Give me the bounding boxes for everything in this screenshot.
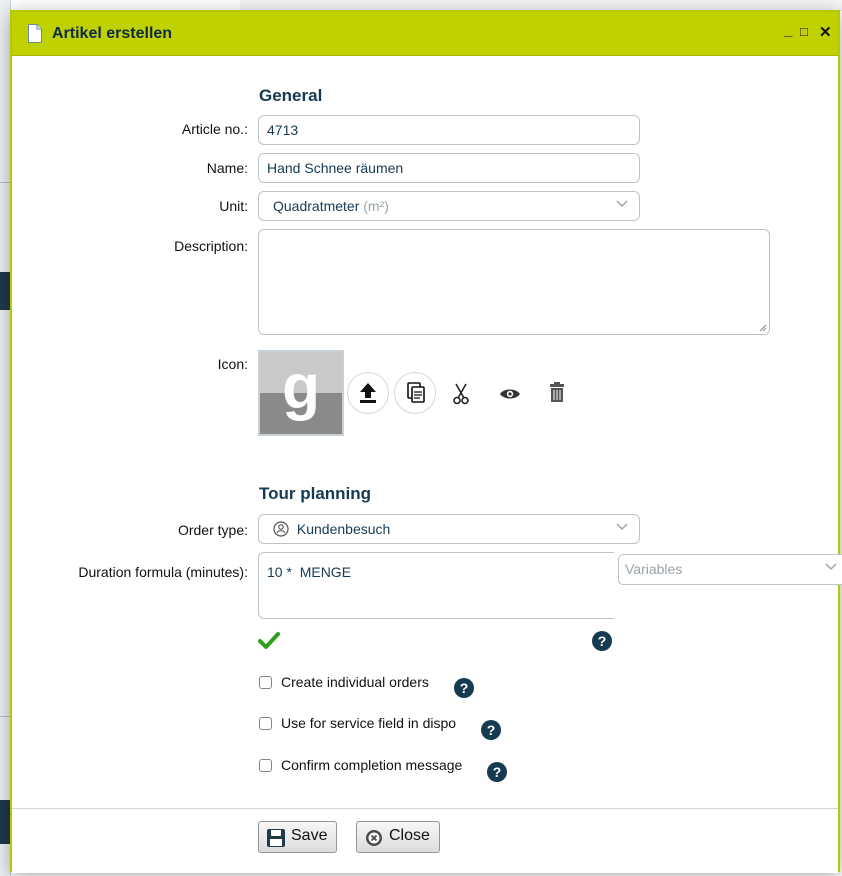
unit-value: Quadratmeter [273, 198, 360, 214]
close-button[interactable]: Close [356, 821, 440, 853]
duration-formula-input[interactable]: 10 * MENGE [258, 552, 614, 619]
variables-select[interactable]: Variables [618, 554, 842, 585]
confirm-completion-label: Confirm completion message [281, 757, 463, 773]
paste-button[interactable] [394, 372, 436, 414]
save-icon [267, 829, 285, 847]
eye-icon[interactable] [499, 387, 521, 401]
close-label: Close [389, 827, 430, 844]
close-window-button[interactable]: ✕ [819, 23, 832, 41]
service-field-label: Use for service field in dispo [281, 715, 457, 731]
duration-formula-value: 10 * MENGE [267, 564, 352, 580]
duration-formula-label: Duration formula (minutes): [78, 564, 248, 580]
maximize-button[interactable]: □ [800, 24, 808, 39]
article-no-input[interactable]: 4713 [258, 115, 640, 145]
save-button[interactable]: Save [258, 821, 338, 853]
description-label: Description: [174, 238, 248, 254]
formula-valid-check-icon [258, 632, 280, 649]
duration-help-icon[interactable]: ? [592, 631, 612, 651]
resize-grip-icon[interactable] [759, 324, 767, 332]
title-bar[interactable]: Artikel erstellen _ □ ✕ [12, 12, 838, 56]
upload-button[interactable] [347, 372, 389, 414]
icon-letter: g [282, 353, 320, 422]
create-individual-orders-label: Create individual orders [281, 674, 429, 690]
trash-icon[interactable] [549, 382, 565, 402]
tour-planning-heading: Tour planning [259, 484, 372, 503]
save-label: Save [291, 827, 328, 844]
general-heading: General [259, 86, 323, 105]
variables-placeholder: Variables [625, 561, 683, 577]
cut-icon[interactable] [451, 383, 471, 405]
create-individual-orders-checkbox[interactable] [259, 676, 272, 689]
chevron-down-icon [615, 519, 629, 536]
confirm-completion-help-icon[interactable]: ? [487, 762, 507, 782]
close-circle-icon [366, 830, 382, 846]
article-dialog: Artikel erstellen _ □ ✕ General Article … [10, 10, 842, 873]
customer-visit-icon [273, 521, 289, 537]
article-icon-preview: g [258, 350, 344, 436]
upload-icon [360, 383, 376, 403]
icon-label: Icon: [217, 356, 248, 372]
chevron-down-icon [615, 196, 629, 213]
paste-icon [407, 382, 425, 403]
service-field-help-icon[interactable]: ? [481, 720, 501, 740]
unit-suffix: (m²) [363, 198, 389, 214]
description-textarea[interactable] [258, 229, 770, 335]
create-individual-orders-help-icon[interactable]: ? [454, 678, 474, 698]
minimize-button[interactable]: _ [784, 22, 792, 39]
document-icon [28, 24, 42, 43]
service-field-checkbox[interactable] [259, 717, 272, 730]
dialog-content: General Article no.: 4713 Name: Hand Sch… [12, 56, 842, 808]
confirm-completion-checkbox[interactable] [259, 759, 272, 772]
article-no-label: Article no.: [181, 121, 248, 137]
dialog-title: Artikel erstellen [52, 25, 173, 42]
order-type-select[interactable]: Kundenbesuch [258, 514, 640, 544]
name-input[interactable]: Hand Schnee räumen [258, 153, 640, 183]
name-label: Name: [206, 160, 248, 176]
unit-label: Unit: [219, 198, 248, 214]
order-type-label: Order type: [177, 522, 248, 538]
dialog-footer: Save Close [12, 808, 838, 873]
unit-select[interactable]: Quadratmeter (m²) [258, 191, 640, 221]
article-icon-image: g [260, 352, 342, 434]
order-type-value: Kundenbesuch [296, 521, 391, 537]
chevron-down-icon [824, 559, 838, 576]
